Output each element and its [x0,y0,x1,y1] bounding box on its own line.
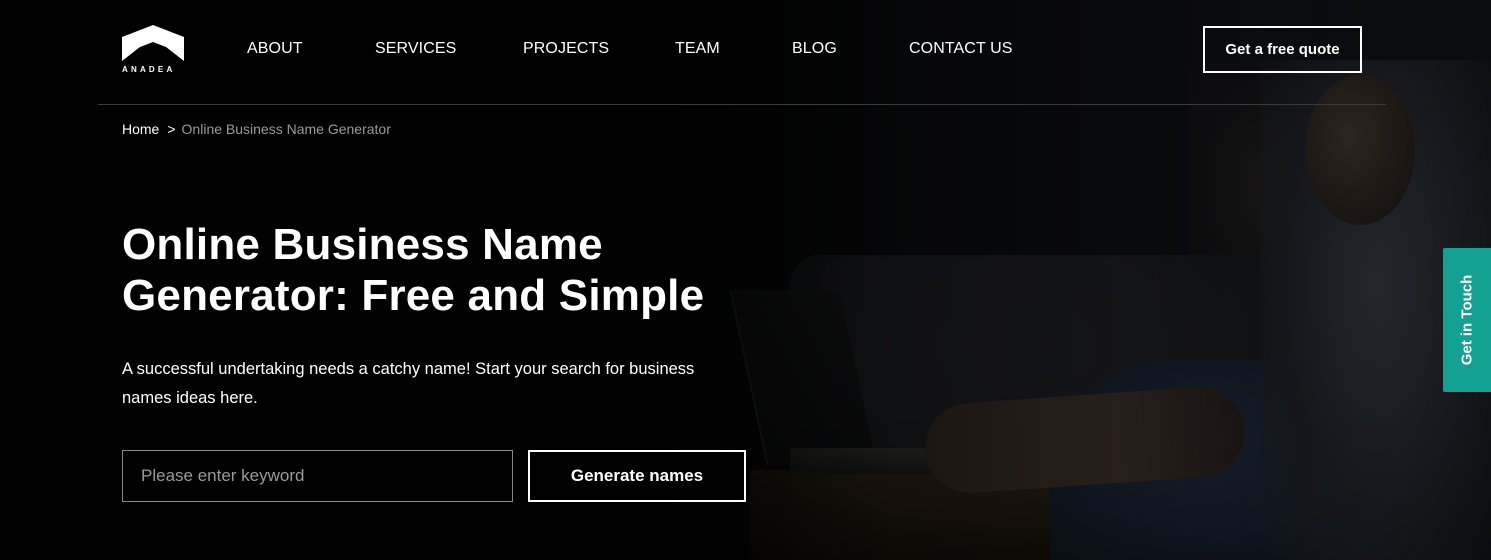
brand-name: ANADEA [122,65,176,74]
get-in-touch-label: Get in Touch [1458,274,1476,366]
nav-item-team[interactable]: TEAM [675,40,720,58]
breadcrumb-separator: > [167,121,176,137]
nav-item-contact-us[interactable]: CONTACT US [909,40,1013,58]
nav-item-about[interactable]: ABOUT [247,40,303,58]
get-in-touch-tab[interactable]: Get in Touch [1443,248,1491,392]
page-title-line-1: Online Business Name [122,220,603,269]
hero-subtitle: A successful undertaking needs a catchy … [122,360,695,407]
page-title: Online Business Name Generator: Free and… [122,219,762,321]
keyword-input[interactable] [122,450,513,502]
get-free-quote-button[interactable]: Get a free quote [1203,26,1362,73]
nav-item-services[interactable]: SERVICES [375,40,456,58]
header-divider [98,104,1386,105]
page-title-line-2: Generator: Free and Simple [122,271,705,320]
breadcrumb-current: Online Business Name Generator [181,121,391,137]
site-header: ANADEA ABOUT SERVICES PROJECTS TEAM BLOG… [0,0,1491,104]
nav-item-projects[interactable]: PROJECTS [523,40,609,58]
breadcrumb: Home > Online Business Name Generator [122,121,391,137]
breadcrumb-home-link[interactable]: Home [122,121,159,137]
anadea-house-mark-icon [122,25,184,61]
brand-logo[interactable]: ANADEA [122,25,184,75]
nav-item-blog[interactable]: BLOG [792,40,837,58]
generate-names-button[interactable]: Generate names [528,450,746,502]
